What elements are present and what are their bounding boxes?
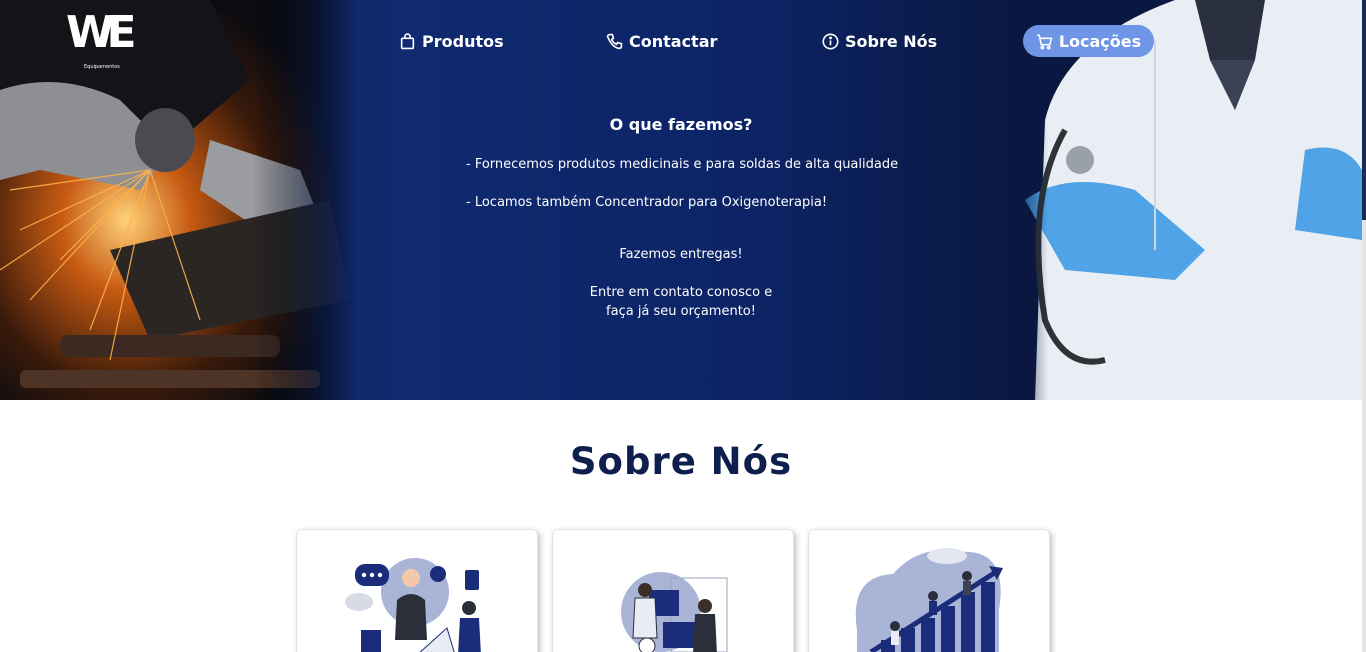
nav-produtos[interactable]: Produtos — [399, 26, 504, 56]
about-card-delivery[interactable] — [552, 529, 794, 652]
hero-line-delivery: Fazemos entregas! — [619, 247, 743, 262]
scrollbar[interactable] — [1362, 0, 1366, 652]
hero-line-products: - Fornecemos produtos medicinais e para … — [466, 157, 899, 172]
support-illustration — [345, 558, 481, 652]
brand-logo[interactable]: WE Equipamentos — [66, 7, 137, 72]
doctor-photo — [1005, 0, 1362, 400]
scrollbar-thumb[interactable] — [1362, 0, 1366, 220]
hero-banner: WE Equipamentos Produtos Contactar Sobre… — [0, 0, 1362, 400]
phone-icon — [606, 33, 623, 49]
nav-locacoes-button[interactable]: Locações — [1023, 25, 1154, 57]
about-section-title: Sobre Nós — [569, 440, 793, 483]
about-card-support[interactable] — [296, 529, 538, 652]
delivery-illustration — [621, 572, 728, 652]
nav-produtos-label: Produtos — [422, 31, 504, 51]
nav-sobre-nos[interactable]: Sobre Nós — [822, 26, 937, 56]
welding-photo — [0, 0, 360, 400]
about-card-growth[interactable] — [808, 529, 1050, 652]
nav-sobre-label: Sobre Nós — [845, 31, 938, 51]
logo-subtitle: Equipamentos — [84, 64, 120, 70]
info-icon — [822, 32, 839, 50]
nav-contactar-label: Contactar — [629, 31, 718, 51]
hero-title: O que fazemos? — [609, 115, 753, 134]
hero-line-contact: Entre em contato conosco e — [589, 285, 773, 300]
nav-contactar[interactable]: Contactar — [606, 26, 717, 56]
hero-line-rentals: - Locamos também Concentrador para Oxige… — [466, 195, 828, 210]
shopping-bag-icon — [400, 32, 415, 49]
logo-text: WE — [66, 7, 137, 58]
nav-locacoes-label: Locações — [1058, 31, 1142, 51]
hero-line-quote: faça já seu orçamento! — [606, 304, 756, 319]
cart-icon — [1036, 33, 1053, 50]
growth-illustration — [855, 548, 1003, 652]
